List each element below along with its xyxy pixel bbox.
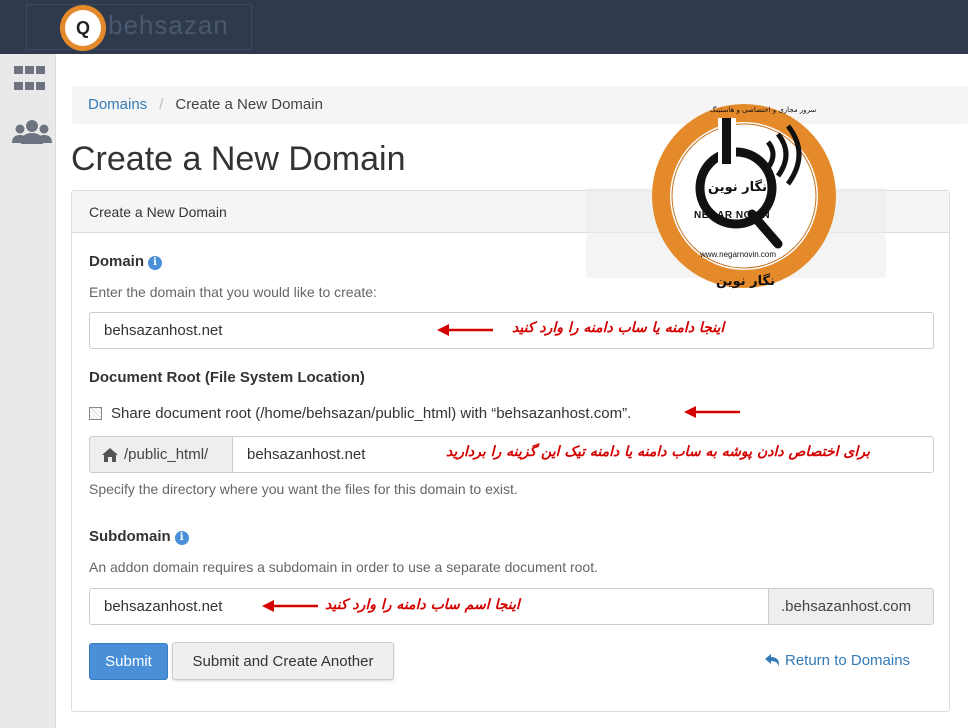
subdomain-label: Subdomain i bbox=[89, 528, 189, 545]
brand-logo-mark: Q bbox=[65, 10, 101, 46]
subdomain-annotation: اینجا اسم ساب دامنه را وارد کنید bbox=[325, 597, 520, 613]
return-to-domains-label: Return to Domains bbox=[785, 652, 911, 669]
domain-help: Enter the domain that you would like to … bbox=[89, 284, 377, 300]
stamp-name-en: NEGAR NOVIN bbox=[694, 210, 771, 221]
domain-label: Domain i bbox=[89, 253, 163, 270]
stamp-bottom-fa: نگار نوین bbox=[716, 274, 775, 289]
subdomain-label-text: Subdomain bbox=[89, 528, 171, 545]
breadcrumb-separator: / bbox=[159, 96, 164, 113]
info-icon[interactable]: i bbox=[174, 531, 189, 545]
breadcrumb-current: Create a New Domain bbox=[175, 96, 323, 113]
submit-and-create-another-button[interactable]: Submit and Create Another bbox=[172, 642, 394, 680]
domain-annotation: اینجا دامنه یا ساب دامنه را وارد کنید bbox=[512, 320, 725, 336]
breadcrumb-domains-link[interactable]: Domains bbox=[88, 96, 147, 113]
top-bar: Q behsazan bbox=[0, 0, 968, 54]
share-docroot-row[interactable]: Share document root (/home/behsazan/publ… bbox=[89, 405, 631, 422]
annotation-arrow-icon bbox=[437, 324, 493, 336]
annotation-arrow-icon bbox=[684, 406, 740, 418]
docroot-prefix-text: /public_html/ bbox=[124, 446, 209, 463]
docroot-annotation: برای اختصاص دادن پوشه به ساب دامنه یا دا… bbox=[446, 444, 870, 460]
sidebar bbox=[0, 54, 56, 728]
domain-label-text: Domain bbox=[89, 253, 145, 270]
share-docroot-checkbox[interactable] bbox=[89, 407, 102, 420]
users-icon[interactable] bbox=[12, 118, 52, 148]
docroot-help: Specify the directory where you want the… bbox=[89, 481, 518, 497]
brand-logo[interactable]: Q bbox=[60, 5, 106, 51]
share-docroot-label: Share document root (/home/behsazan/publ… bbox=[111, 405, 632, 422]
subdomain-help: An addon domain requires a subdomain in … bbox=[89, 559, 598, 575]
negar-novin-stamp: نگار نوین NEGAR NOVIN www.negarnovin.com… bbox=[650, 98, 838, 294]
info-icon[interactable]: i bbox=[148, 256, 163, 270]
negar-novin-logo bbox=[652, 104, 836, 288]
docroot-label: Document Root (File System Location) bbox=[89, 369, 365, 386]
submit-button[interactable]: Submit bbox=[89, 643, 168, 680]
return-to-domains-link[interactable]: Return to Domains bbox=[765, 652, 910, 669]
annotation-arrow-icon bbox=[262, 600, 318, 612]
page-title: Create a New Domain bbox=[71, 140, 406, 178]
docroot-prefix: /public_html/ bbox=[89, 436, 233, 473]
stamp-url: www.negarnovin.com bbox=[700, 250, 777, 259]
stamp-name-fa: نگار نوین bbox=[708, 180, 767, 195]
stamp-ring-text: سرور مجازی و اختصاصی و هاستینگ bbox=[710, 106, 817, 114]
brand-text: behsazan bbox=[108, 10, 229, 40]
grid-icon[interactable] bbox=[14, 66, 48, 96]
subdomain-suffix: .behsazanhost.com bbox=[768, 588, 934, 625]
return-arrow-icon bbox=[765, 653, 780, 667]
home-icon bbox=[102, 447, 118, 462]
